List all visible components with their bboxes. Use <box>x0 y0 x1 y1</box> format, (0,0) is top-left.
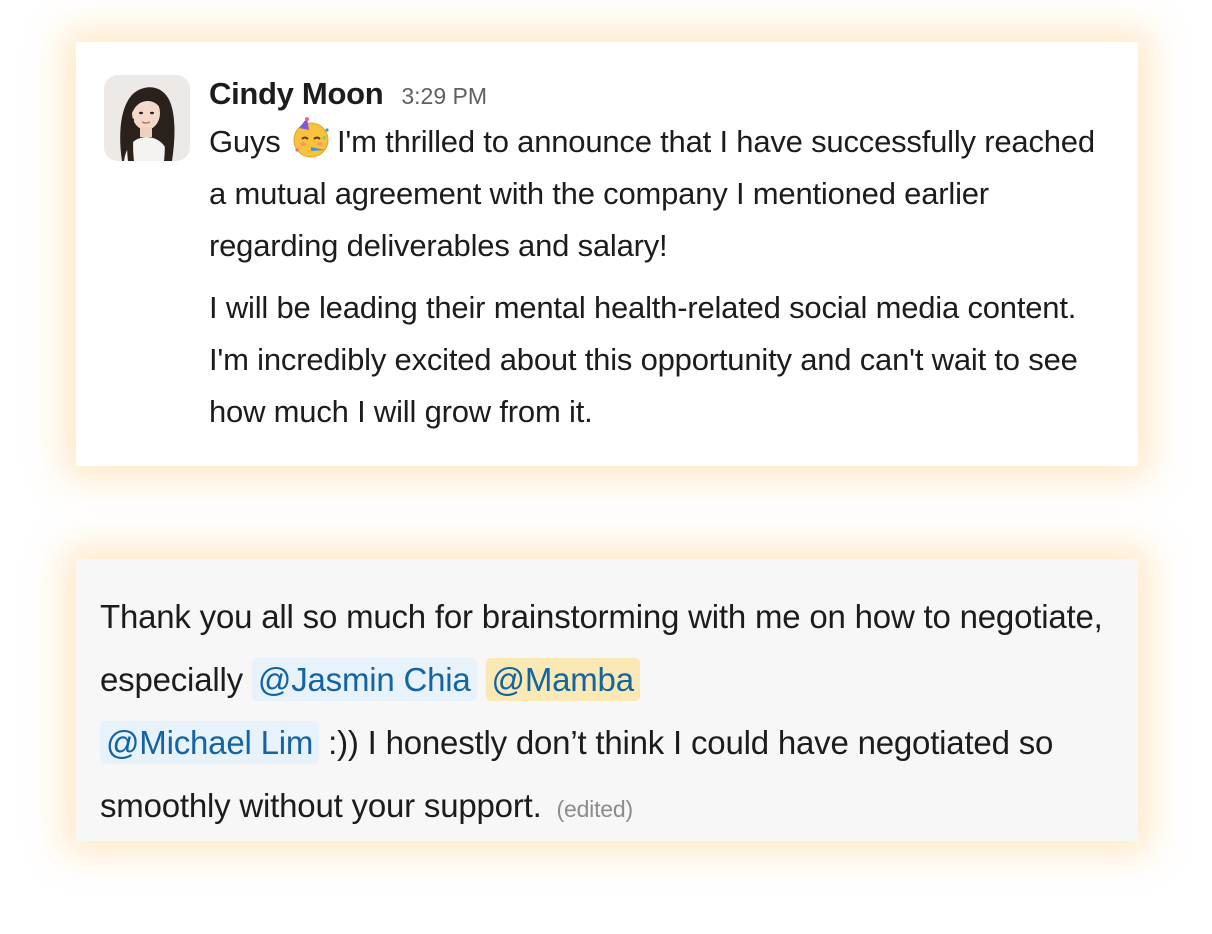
edited-label: (edited) <box>556 796 634 822</box>
partying-face-emoji-icon <box>289 116 333 160</box>
message-card-thanks: Thank you all so much for brainstorming … <box>76 559 1138 841</box>
author-name[interactable]: Cindy Moon <box>209 76 384 112</box>
stage: Cindy Moon 3:29 PM Guys I'm thrilled to … <box>0 0 1212 934</box>
message-paragraph-2: I will be leading their mental health-re… <box>209 290 1078 429</box>
mention-michael-lim[interactable]: @Michael Lim <box>100 721 320 764</box>
message-timestamp[interactable]: 3:29 PM <box>401 83 487 110</box>
message-body: Thank you all so much for brainstorming … <box>100 585 1120 841</box>
mention-jasmin-chia[interactable]: @Jasmin Chia <box>251 658 477 701</box>
message-body: Cindy Moon 3:29 PM Guys I'm thrilled to … <box>209 76 1119 438</box>
announcement-text: I'm thrilled to announce that I have suc… <box>209 124 1095 263</box>
message-header: Cindy Moon 3:29 PM <box>209 76 1119 116</box>
avatar[interactable] <box>104 75 190 161</box>
thanks-paragraph: Thank you all so much for brainstorming … <box>100 585 1120 841</box>
mention-mamba[interactable]: @Mamba <box>485 658 640 701</box>
avatar-image <box>104 75 190 161</box>
greeting-text: Guys <box>209 124 281 159</box>
message-paragraph-1: Guys I'm thrilled to announce that I hav… <box>209 116 1119 272</box>
message-card-announcement: Cindy Moon 3:29 PM Guys I'm thrilled to … <box>76 42 1138 466</box>
